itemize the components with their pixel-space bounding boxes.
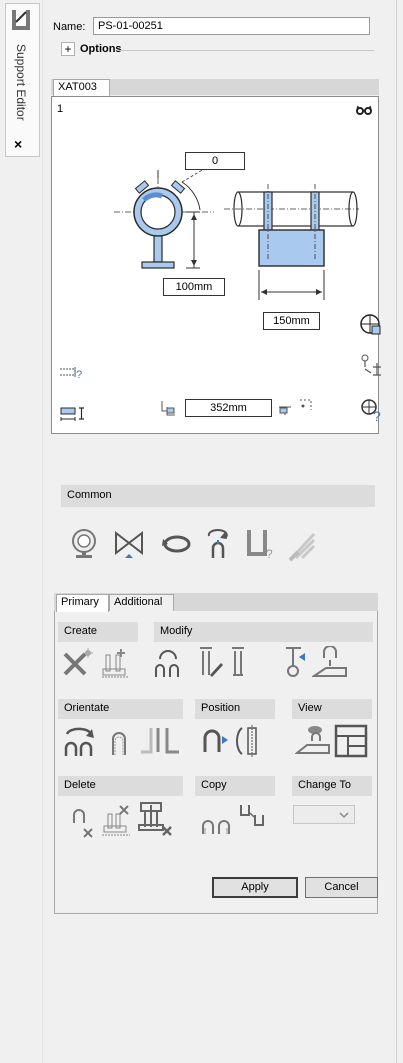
view-layout-icon[interactable] — [334, 724, 368, 758]
options-divider — [117, 50, 374, 51]
mirror-support-icon[interactable] — [139, 724, 185, 758]
rotate-hanger-icon[interactable] — [203, 528, 233, 560]
clamp-flip-icon[interactable] — [109, 727, 129, 757]
beam-insert-icon[interactable] — [59, 405, 85, 425]
support-editor-label: Support Editor — [14, 44, 28, 121]
height-value-box[interactable]: 100mm — [163, 278, 225, 296]
width-value-box[interactable]: 150mm — [263, 312, 320, 330]
clamp-modify-icon[interactable] — [151, 645, 185, 679]
modify-header: Modify — [154, 622, 373, 642]
start-point-icon[interactable] — [159, 399, 177, 417]
copy-clamp-icon[interactable] — [199, 808, 237, 838]
end-point-icon[interactable] — [277, 399, 295, 417]
position-support-icon[interactable] — [234, 724, 264, 758]
length-value-box[interactable]: 352mm — [185, 399, 272, 417]
common-header: Common — [61, 485, 375, 507]
delete-element-icon[interactable] — [61, 648, 95, 678]
options-expand-icon[interactable]: + — [61, 42, 75, 56]
change-to-select[interactable] — [293, 805, 355, 824]
rotate-clamp-icon[interactable] — [61, 724, 99, 758]
base-plate-icon[interactable] — [312, 646, 350, 680]
options-label[interactable]: Options — [80, 43, 122, 55]
tab-additional[interactable]: Additional — [109, 594, 174, 611]
create-header: Create — [58, 622, 138, 642]
tab-primary[interactable]: Primary — [56, 594, 109, 612]
svg-text:?: ? — [373, 408, 381, 423]
delete-clamp-icon[interactable] — [70, 805, 100, 839]
delete-plate-icon[interactable] — [137, 801, 175, 839]
name-input[interactable] — [93, 17, 370, 35]
extend-dashed-icon[interactable] — [297, 396, 315, 414]
length-query-icon[interactable]: ? — [59, 364, 85, 380]
edit-rod-icon[interactable] — [195, 645, 225, 679]
change-to-header: Change To — [292, 776, 372, 796]
chevron-down-icon — [339, 812, 349, 819]
align-offset-icon[interactable] — [359, 353, 383, 377]
cancel-button[interactable]: Cancel — [305, 877, 378, 898]
add-support-icon[interactable] — [100, 645, 134, 679]
view-support-icon[interactable] — [295, 723, 335, 757]
valve-icon[interactable] — [113, 530, 147, 560]
copy-header: Copy — [195, 776, 275, 796]
close-icon[interactable]: × — [14, 136, 22, 152]
side-strip — [0, 0, 41, 1063]
delete-support-icon[interactable] — [100, 802, 136, 838]
angle-value-box[interactable]: 0 — [185, 152, 245, 170]
support-editor-icon — [12, 10, 30, 30]
position-header: Position — [195, 699, 275, 719]
view-header: View — [292, 699, 372, 719]
tool-disabled-icon — [288, 532, 316, 562]
tab-xat003[interactable]: XAT003 — [53, 79, 110, 96]
name-label: Name: — [53, 21, 86, 33]
hanger-swap-icon[interactable] — [283, 645, 311, 681]
add-pipe-icon[interactable] — [359, 312, 383, 336]
apply-button[interactable]: Apply — [212, 877, 298, 898]
support-query-icon[interactable]: ? — [245, 528, 275, 560]
preview-index: 1 — [57, 103, 64, 115]
pipe-query-icon[interactable]: ? — [359, 397, 383, 423]
svg-text:?: ? — [76, 369, 82, 380]
pipe-support-drawing — [114, 170, 359, 300]
orientate-header: Orientate — [58, 699, 183, 719]
glasses-icon[interactable] — [356, 104, 372, 116]
rod-icon[interactable] — [229, 645, 249, 679]
rotate-icon[interactable] — [162, 533, 192, 555]
pipe-support-icon[interactable] — [70, 528, 100, 558]
delete-header: Delete — [58, 776, 183, 796]
copy-support-icon[interactable] — [236, 801, 272, 831]
position-clamp-icon[interactable] — [200, 724, 230, 758]
svg-text:?: ? — [266, 547, 273, 560]
